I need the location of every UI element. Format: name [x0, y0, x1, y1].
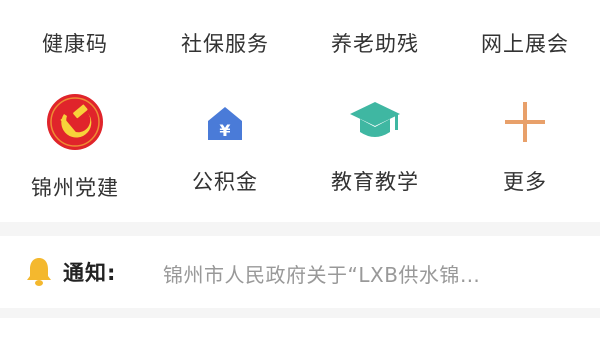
service-social-security[interactable]: 社保服务 [150, 0, 300, 80]
bell-icon [27, 258, 51, 286]
online-expo-icon [503, 0, 547, 12]
service-label: 公积金 [192, 170, 258, 194]
service-more[interactable]: 更多 [450, 88, 600, 208]
service-education[interactable]: 教育教学 [300, 88, 450, 208]
social-security-icon [203, 0, 247, 12]
service-label: 教育教学 [331, 170, 419, 194]
notice-label: 通知: [63, 261, 117, 285]
service-elderly-care[interactable]: 养老助残 [300, 0, 450, 80]
service-grid: 健康码 社保服务 养老助残 网上展会 锦州党建 ¥ 公积金 教育教学 更多 [0, 0, 600, 222]
party-emblem-icon [47, 94, 103, 150]
elderly-care-icon [353, 0, 397, 12]
housing-fund-icon: ¥ [208, 107, 242, 140]
plus-icon [505, 102, 545, 142]
next-section-card [0, 318, 600, 340]
health-code-icon [55, 0, 95, 12]
service-label: 更多 [503, 170, 547, 194]
service-label: 网上展会 [481, 32, 569, 56]
graduation-cap-icon [350, 102, 400, 137]
service-online-expo[interactable]: 网上展会 [450, 0, 600, 80]
service-party-building[interactable]: 锦州党建 [0, 88, 150, 208]
service-housing-fund[interactable]: ¥ 公积金 [150, 88, 300, 208]
service-label: 社保服务 [181, 32, 269, 56]
notice-text[interactable]: 锦州市人民政府关于“LXB供水锦… [163, 259, 573, 288]
svg-text:¥: ¥ [219, 121, 230, 140]
notice-bar[interactable]: 通知: 锦州市人民政府关于“LXB供水锦… [0, 236, 600, 308]
service-label: 养老助残 [331, 32, 419, 56]
service-health-code[interactable]: 健康码 [0, 0, 150, 80]
service-label: 锦州党建 [31, 176, 119, 200]
app-page: 健康码 社保服务 养老助残 网上展会 锦州党建 ¥ 公积金 教育教学 更多 通知… [0, 0, 600, 340]
service-label: 健康码 [42, 32, 108, 56]
